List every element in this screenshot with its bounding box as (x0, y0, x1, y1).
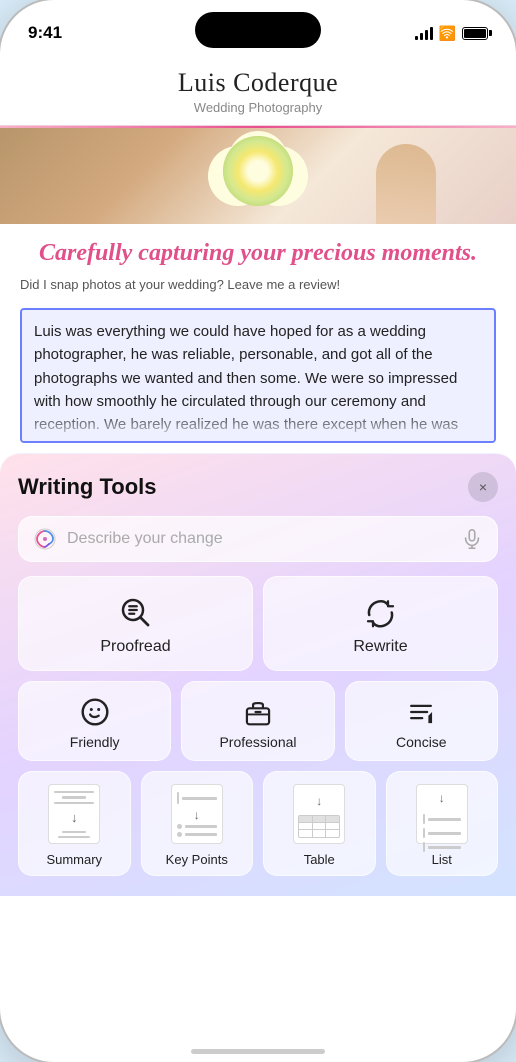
tools-row-cards: ↓ Summary ↓ (18, 771, 498, 876)
table-grid-icon (298, 815, 340, 838)
rewrite-label: Rewrite (353, 638, 407, 656)
selected-text-content: Luis was everything we could have hoped … (34, 323, 458, 443)
key-points-label: Key Points (166, 852, 228, 867)
apple-intelligence-icon (33, 527, 57, 551)
rewrite-button[interactable]: Rewrite (263, 576, 498, 671)
site-header: Luis Coderque Wedding Photography (0, 52, 516, 126)
microphone-icon[interactable] (461, 528, 483, 550)
panel-header: Writing Tools × (18, 472, 498, 502)
close-button[interactable]: × (468, 472, 498, 502)
concise-icon (405, 696, 437, 728)
professional-label: Professional (219, 734, 296, 750)
phone-frame: 9:41 🛜 Luis Coderque Wedding Photography (0, 0, 516, 1062)
list-label: List (432, 852, 452, 867)
summary-arrow-icon: ↓ (71, 810, 78, 825)
professional-button[interactable]: Professional (181, 681, 334, 761)
site-tagline: Carefully capturing your precious moment… (0, 224, 516, 277)
table-button[interactable]: ↓ Table (263, 771, 376, 876)
hero-image (0, 128, 516, 224)
website-content: Luis Coderque Wedding Photography Carefu… (0, 52, 516, 443)
concise-button[interactable]: Concise (345, 681, 498, 761)
list-button[interactable]: ↓ (386, 771, 499, 876)
professional-icon (242, 696, 274, 728)
summary-button[interactable]: ↓ Summary (18, 771, 131, 876)
friendly-button[interactable]: Friendly (18, 681, 171, 761)
list-arrow-icon: ↓ (439, 791, 445, 805)
wifi-icon: 🛜 (439, 25, 456, 42)
review-prompt: Did I snap photos at your wedding? Leave… (0, 277, 516, 302)
list-preview: ↓ (416, 784, 468, 844)
search-placeholder[interactable]: Describe your change (67, 530, 451, 548)
tools-row-medium: Friendly Professional (18, 681, 498, 761)
table-label: Table (304, 852, 335, 867)
friendly-label: Friendly (70, 734, 120, 750)
summary-label: Summary (46, 852, 102, 867)
selected-text-box: Luis was everything we could have hoped … (20, 308, 496, 443)
table-arrow-icon: ↓ (316, 794, 322, 808)
rewrite-icon (363, 595, 398, 630)
search-bar[interactable]: Describe your change (18, 516, 498, 562)
proofread-icon (118, 595, 153, 630)
key-points-arrow-icon: ↓ (177, 808, 217, 822)
home-indicator (191, 1049, 325, 1054)
friendly-icon (79, 696, 111, 728)
dynamic-island (195, 12, 321, 48)
proofread-label: Proofread (100, 638, 170, 656)
proofread-button[interactable]: Proofread (18, 576, 253, 671)
writing-tools-panel: Writing Tools × Describe your change (0, 453, 516, 896)
table-preview: ↓ (293, 784, 345, 844)
hero-flowers-decoration (223, 136, 293, 206)
key-points-preview: ↓ (171, 784, 223, 844)
tools-row-large: Proofread Rewrite (18, 576, 498, 671)
key-points-button[interactable]: ↓ Key Points (141, 771, 254, 876)
concise-label: Concise (396, 734, 447, 750)
battery-icon (462, 27, 488, 40)
signal-bars-icon (415, 26, 433, 40)
status-time: 9:41 (28, 23, 62, 43)
bride-figure (376, 144, 436, 224)
status-icons: 🛜 (415, 25, 488, 42)
site-subtitle: Wedding Photography (20, 100, 496, 115)
list-format-icon (421, 812, 463, 854)
panel-title: Writing Tools (18, 474, 157, 500)
summary-preview: ↓ (48, 784, 100, 844)
site-title: Luis Coderque (20, 68, 496, 98)
